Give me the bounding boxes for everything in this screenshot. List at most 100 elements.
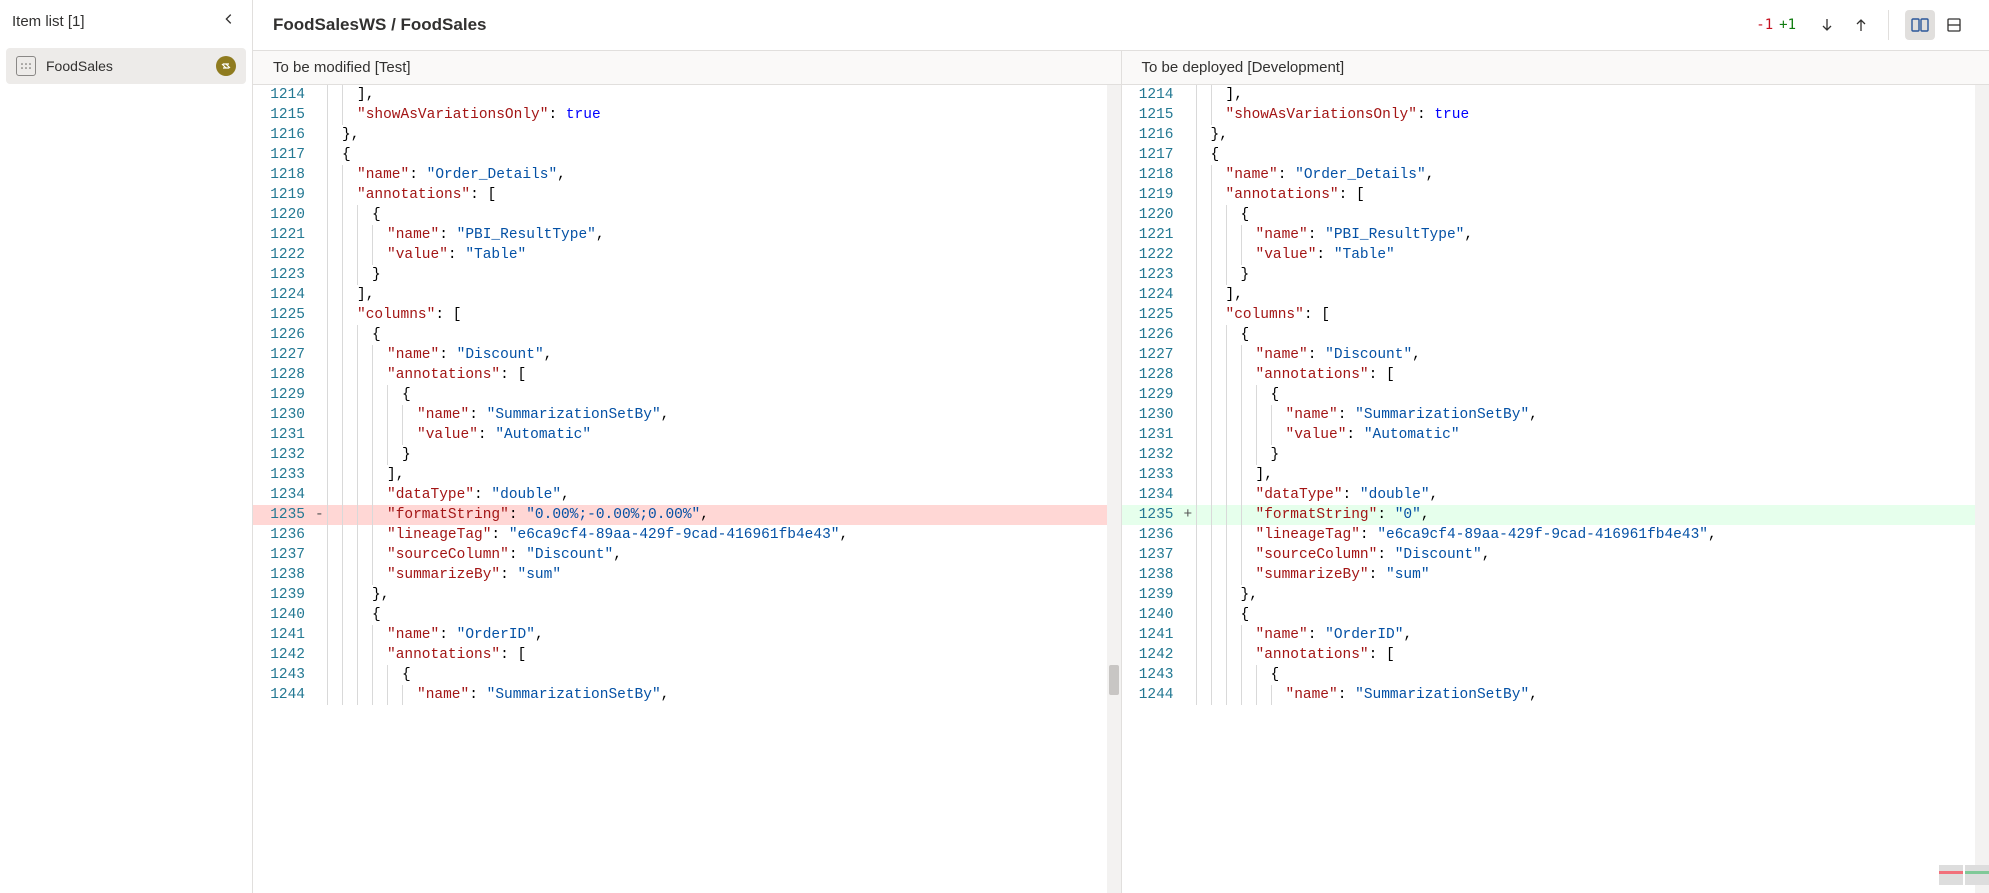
code-line[interactable]: 1220{ bbox=[253, 205, 1121, 225]
code-line[interactable]: 1219"annotations": [ bbox=[253, 185, 1121, 205]
code-content: ], bbox=[357, 285, 1121, 305]
indent-guides bbox=[1196, 545, 1256, 565]
code-line[interactable]: 1234"dataType": "double", bbox=[253, 485, 1121, 505]
code-line[interactable]: 1217{ bbox=[253, 145, 1121, 165]
code-line[interactable]: 1243{ bbox=[1122, 665, 1989, 685]
code-line[interactable]: 1239}, bbox=[253, 585, 1121, 605]
code-content: "name": "PBI_ResultType", bbox=[1256, 225, 1989, 245]
code-line[interactable]: 1231"value": "Automatic" bbox=[253, 425, 1121, 445]
diff-summary: -1 +1 bbox=[1756, 17, 1796, 33]
code-line[interactable]: 1226{ bbox=[1122, 325, 1989, 345]
code-line[interactable]: 1228"annotations": [ bbox=[253, 365, 1121, 385]
code-line[interactable]: 1232} bbox=[253, 445, 1121, 465]
code-line[interactable]: 1215"showAsVariationsOnly": true bbox=[253, 105, 1121, 125]
code-line[interactable]: 1240{ bbox=[1122, 605, 1989, 625]
diff-sign bbox=[1184, 325, 1196, 345]
code-line[interactable]: 1225"columns": [ bbox=[1122, 305, 1989, 325]
code-line[interactable]: 1226{ bbox=[253, 325, 1121, 345]
code-line[interactable]: 1238"summarizeBy": "sum" bbox=[1122, 565, 1989, 585]
code-line[interactable]: 1235+"formatString": "0", bbox=[1122, 505, 1989, 525]
code-line[interactable]: 1223} bbox=[1122, 265, 1989, 285]
code-line[interactable]: 1216}, bbox=[1122, 125, 1989, 145]
diff-sign bbox=[315, 545, 327, 565]
right-scrollbar[interactable] bbox=[1975, 85, 1989, 893]
code-line[interactable]: 1237"sourceColumn": "Discount", bbox=[1122, 545, 1989, 565]
code-line[interactable]: 1242"annotations": [ bbox=[1122, 645, 1989, 665]
code-line[interactable]: 1224], bbox=[1122, 285, 1989, 305]
code-line[interactable]: 1239}, bbox=[1122, 585, 1989, 605]
code-line[interactable]: 1241"name": "OrderID", bbox=[1122, 625, 1989, 645]
code-line[interactable]: 1223} bbox=[253, 265, 1121, 285]
code-line[interactable]: 1240{ bbox=[253, 605, 1121, 625]
code-line[interactable]: 1233], bbox=[1122, 465, 1989, 485]
code-line[interactable]: 1216}, bbox=[253, 125, 1121, 145]
code-content: "name": "Order_Details", bbox=[1226, 165, 1989, 185]
code-line[interactable]: 1218"name": "Order_Details", bbox=[253, 165, 1121, 185]
code-line[interactable]: 1236"lineageTag": "e6ca9cf4-89aa-429f-9c… bbox=[1122, 525, 1989, 545]
code-line[interactable]: 1229{ bbox=[1122, 385, 1989, 405]
code-line[interactable]: 1221"name": "PBI_ResultType", bbox=[253, 225, 1121, 245]
code-line[interactable]: 1225"columns": [ bbox=[253, 305, 1121, 325]
code-line[interactable]: 1242"annotations": [ bbox=[253, 645, 1121, 665]
code-line[interactable]: 1217{ bbox=[1122, 145, 1989, 165]
indent-guides bbox=[327, 445, 402, 465]
indent-guides bbox=[327, 565, 387, 585]
code-line[interactable]: 1243{ bbox=[253, 665, 1121, 685]
code-line[interactable]: 1230"name": "SummarizationSetBy", bbox=[1122, 405, 1989, 425]
code-line[interactable]: 1229{ bbox=[253, 385, 1121, 405]
minimap[interactable] bbox=[1939, 865, 1989, 885]
indent-guides bbox=[327, 425, 417, 445]
code-line[interactable]: 1237"sourceColumn": "Discount", bbox=[253, 545, 1121, 565]
code-line[interactable]: 1244"name": "SummarizationSetBy", bbox=[253, 685, 1121, 705]
code-line[interactable]: 1241"name": "OrderID", bbox=[253, 625, 1121, 645]
code-line[interactable]: 1233], bbox=[253, 465, 1121, 485]
indent-guides bbox=[327, 485, 387, 505]
line-number: 1220 bbox=[253, 205, 315, 225]
code-line[interactable]: 1222"value": "Table" bbox=[253, 245, 1121, 265]
code-line[interactable]: 1227"name": "Discount", bbox=[253, 345, 1121, 365]
code-line[interactable]: 1221"name": "PBI_ResultType", bbox=[1122, 225, 1989, 245]
code-line[interactable]: 1236"lineageTag": "e6ca9cf4-89aa-429f-9c… bbox=[253, 525, 1121, 545]
code-line[interactable]: 1224], bbox=[253, 285, 1121, 305]
code-line[interactable]: 1214], bbox=[253, 85, 1121, 105]
side-by-side-view-button[interactable] bbox=[1905, 10, 1935, 40]
diff-sign bbox=[315, 185, 327, 205]
diff-sign bbox=[1184, 245, 1196, 265]
line-number: 1224 bbox=[253, 285, 315, 305]
right-pane[interactable]: 1214],1215"showAsVariationsOnly": true12… bbox=[1122, 85, 1989, 893]
code-content: } bbox=[1241, 265, 1989, 285]
code-line[interactable]: 1231"value": "Automatic" bbox=[1122, 425, 1989, 445]
sidebar-item-foodsales[interactable]: FoodSales bbox=[6, 48, 246, 84]
code-line[interactable]: 1227"name": "Discount", bbox=[1122, 345, 1989, 365]
code-line[interactable]: 1228"annotations": [ bbox=[1122, 365, 1989, 385]
left-scrollbar[interactable] bbox=[1107, 85, 1121, 893]
left-pane[interactable]: 1214],1215"showAsVariationsOnly": true12… bbox=[253, 85, 1122, 893]
code-line[interactable]: 1238"summarizeBy": "sum" bbox=[253, 565, 1121, 585]
code-line[interactable]: 1214], bbox=[1122, 85, 1989, 105]
code-content: "value": "Table" bbox=[387, 245, 1121, 265]
indent-guides bbox=[327, 85, 357, 105]
line-number: 1230 bbox=[253, 405, 315, 425]
indent-guides bbox=[1196, 145, 1211, 165]
code-line[interactable]: 1234"dataType": "double", bbox=[1122, 485, 1989, 505]
code-line[interactable]: 1244"name": "SummarizationSetBy", bbox=[1122, 685, 1989, 705]
collapse-sidebar-icon[interactable] bbox=[218, 8, 240, 34]
next-diff-button[interactable] bbox=[1812, 10, 1842, 40]
line-number: 1240 bbox=[253, 605, 315, 625]
code-content: ], bbox=[1256, 465, 1989, 485]
sidebar-header: Item list [1] bbox=[0, 0, 252, 42]
prev-diff-button[interactable] bbox=[1846, 10, 1876, 40]
code-line[interactable]: 1218"name": "Order_Details", bbox=[1122, 165, 1989, 185]
code-line[interactable]: 1219"annotations": [ bbox=[1122, 185, 1989, 205]
code-line[interactable]: 1230"name": "SummarizationSetBy", bbox=[253, 405, 1121, 425]
code-line[interactable]: 1220{ bbox=[1122, 205, 1989, 225]
diff-sign bbox=[315, 285, 327, 305]
code-line[interactable]: 1222"value": "Table" bbox=[1122, 245, 1989, 265]
code-line[interactable]: 1232} bbox=[1122, 445, 1989, 465]
code-line[interactable]: 1235-"formatString": "0.00%;-0.00%;0.00%… bbox=[253, 505, 1121, 525]
code-content: "annotations": [ bbox=[357, 185, 1121, 205]
code-line[interactable]: 1215"showAsVariationsOnly": true bbox=[1122, 105, 1989, 125]
inline-view-button[interactable] bbox=[1939, 10, 1969, 40]
indent-guides bbox=[327, 645, 387, 665]
line-number: 1237 bbox=[1122, 545, 1184, 565]
